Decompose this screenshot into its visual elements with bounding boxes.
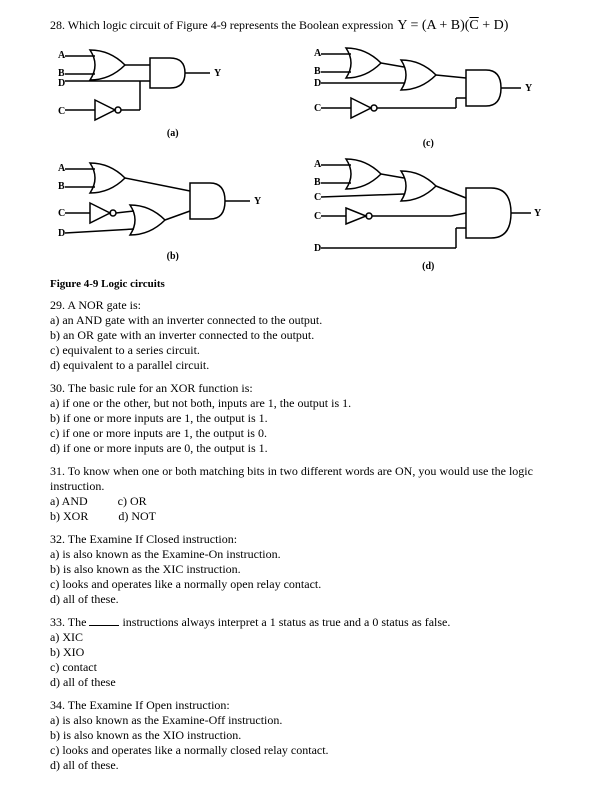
q30: 30. The basic rule for an XOR function i… xyxy=(50,381,551,456)
svg-text:B: B xyxy=(314,177,321,188)
figure-a-label: (a) xyxy=(50,128,296,139)
expr-lhs: Y = (A + B)( xyxy=(397,18,469,33)
svg-text:C: C xyxy=(314,103,321,114)
q30-stem: 30. The basic rule for an XOR function i… xyxy=(50,381,551,396)
q31-stem: 31. To know when one or both matching bi… xyxy=(50,464,551,494)
svg-text:A: A xyxy=(314,48,322,59)
q28-text: 28. Which logic circuit of Figure 4-9 re… xyxy=(50,18,393,33)
q32-c: c) looks and operates like a normally op… xyxy=(50,577,551,592)
q33-b: b) XIO xyxy=(50,645,551,660)
q28-stem: 28. Which logic circuit of Figure 4-9 re… xyxy=(50,18,551,34)
q29-a: a) an AND gate with an inverter connecte… xyxy=(50,313,551,328)
circuit-a-svg: A B D C Y xyxy=(50,40,270,130)
svg-text:C: C xyxy=(314,192,321,203)
svg-text:B: B xyxy=(58,181,65,192)
q32-stem: 32. The Examine If Closed instruction: xyxy=(50,532,551,547)
q33-stem-a: 33. The xyxy=(50,615,89,629)
svg-text:Y: Y xyxy=(254,196,262,207)
q32-d: d) all of these. xyxy=(50,592,551,607)
q30-a: a) if one or the other, but not both, in… xyxy=(50,396,551,411)
q30-c: c) if one or more inputs are 1, the outp… xyxy=(50,426,551,441)
q33-a: a) XIC xyxy=(50,630,551,645)
q34-d: d) all of these. xyxy=(50,758,551,773)
svg-text:A: A xyxy=(58,50,66,61)
figure-d: A B C C D Y (d) xyxy=(306,153,552,272)
svg-text:C: C xyxy=(314,211,321,222)
q31-c: c) OR xyxy=(118,494,147,509)
svg-text:D: D xyxy=(314,243,321,254)
q30-d: d) if one or more inputs are 0, the outp… xyxy=(50,441,551,456)
expr-cbar: C xyxy=(469,18,478,34)
q29-d: d) equivalent to a parallel circuit. xyxy=(50,358,551,373)
blank-fill xyxy=(89,615,119,626)
q33-d: d) all of these xyxy=(50,675,551,690)
figure-a: A B D C Y (a) xyxy=(50,40,296,149)
svg-text:C: C xyxy=(58,106,65,117)
svg-text:D: D xyxy=(58,228,65,239)
q30-b: b) if one or more inputs are 1, the outp… xyxy=(50,411,551,426)
svg-text:A: A xyxy=(58,163,66,174)
circuit-c-svg: A B D C Y xyxy=(306,40,546,140)
figure-grid: A B D C Y (a) xyxy=(50,40,551,272)
svg-text:D: D xyxy=(58,78,65,89)
figure-c: A B D C Y (c) xyxy=(306,40,552,149)
svg-text:D: D xyxy=(314,78,321,89)
q33: 33. The instructions always interpret a … xyxy=(50,615,551,690)
q34-c: c) looks and operates like a normally cl… xyxy=(50,743,551,758)
svg-text:A: A xyxy=(314,159,322,170)
q29-stem: 29. A NOR gate is: xyxy=(50,298,551,313)
svg-text:B: B xyxy=(314,66,321,77)
circuit-d-svg: A B C C D Y xyxy=(306,153,546,263)
document-page: 28. Which logic circuit of Figure 4-9 re… xyxy=(0,0,601,791)
figure-caption: Figure 4-9 Logic circuits xyxy=(50,278,551,290)
q31-b: b) XOR xyxy=(50,509,88,524)
figure-b: A B C D Y (b) xyxy=(50,153,296,272)
q34: 34. The Examine If Open instruction: a) … xyxy=(50,698,551,773)
svg-text:C: C xyxy=(58,208,65,219)
expr-tail: + D) xyxy=(479,18,509,33)
circuit-b-svg: A B C D Y xyxy=(50,153,290,253)
q29-b: b) an OR gate with an inverter connected… xyxy=(50,328,551,343)
q28-expression: Y = (A + B)(C + D) xyxy=(397,18,508,34)
q34-stem: 34. The Examine If Open instruction: xyxy=(50,698,551,713)
figure-d-label: (d) xyxy=(306,261,552,272)
q33-stem: 33. The instructions always interpret a … xyxy=(50,615,551,630)
q32: 32. The Examine If Closed instruction: a… xyxy=(50,532,551,607)
q34-a: a) is also known as the Examine-Off inst… xyxy=(50,713,551,728)
q34-b: b) is also known as the XIO instruction. xyxy=(50,728,551,743)
q31: 31. To know when one or both matching bi… xyxy=(50,464,551,524)
svg-text:Y: Y xyxy=(534,208,542,219)
q31-a: a) AND xyxy=(50,494,88,509)
figure-b-label: (b) xyxy=(50,251,296,262)
q33-stem-b: instructions always interpret a 1 status… xyxy=(119,615,450,629)
q32-b: b) is also known as the XIC instruction. xyxy=(50,562,551,577)
svg-text:Y: Y xyxy=(525,83,533,94)
q33-c: c) contact xyxy=(50,660,551,675)
svg-text:Y: Y xyxy=(214,68,222,79)
q29: 29. A NOR gate is: a) an AND gate with a… xyxy=(50,298,551,373)
q29-c: c) equivalent to a series circuit. xyxy=(50,343,551,358)
q31-d: d) NOT xyxy=(118,509,156,524)
figure-c-label: (c) xyxy=(306,138,552,149)
q32-a: a) is also known as the Examine-On instr… xyxy=(50,547,551,562)
